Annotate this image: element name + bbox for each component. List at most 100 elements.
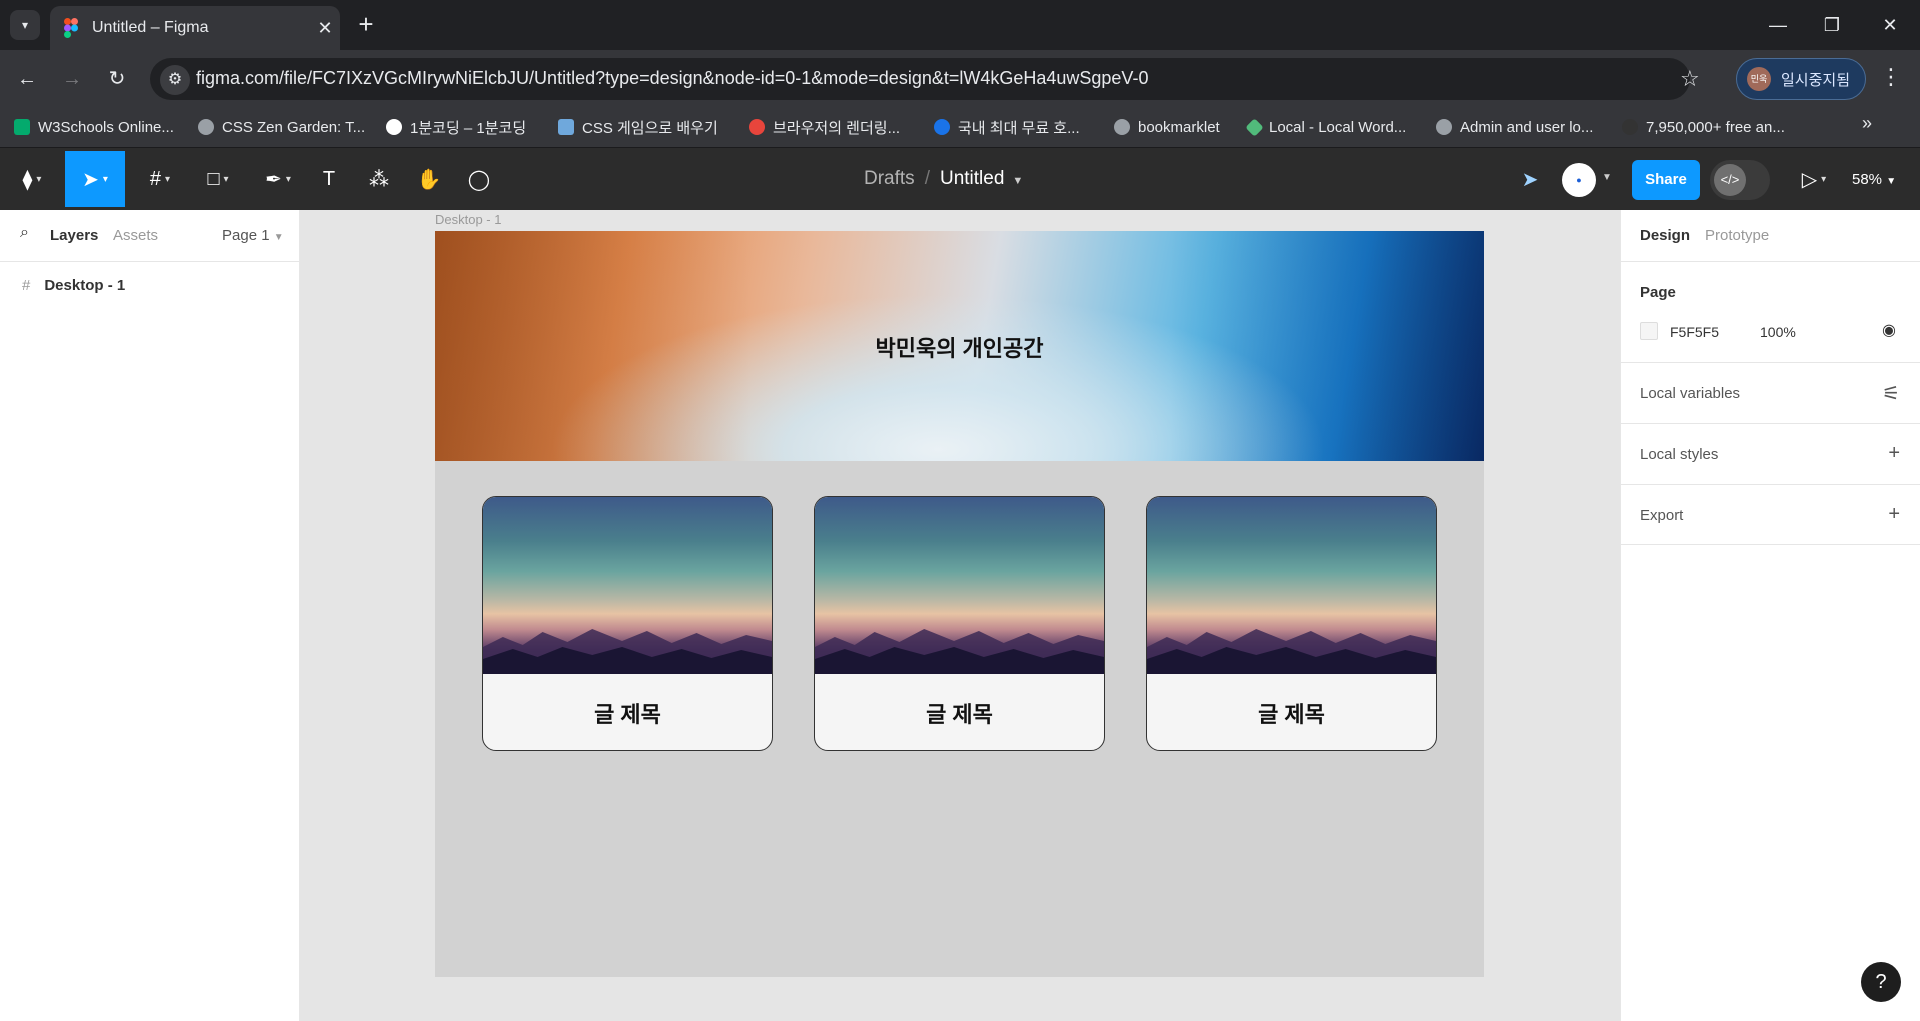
hero-title[interactable]: 박민욱의 개인공간 (435, 331, 1484, 363)
frame-icon: # (149, 167, 162, 190)
more-bookmarks-icon[interactable]: » (1862, 113, 1872, 134)
reload-icon[interactable]: ↻ (100, 62, 134, 96)
plus-icon[interactable]: + (1888, 442, 1900, 465)
bookmark-item[interactable]: W3Schools Online... (14, 113, 174, 141)
card-title: 글 제목 (1258, 702, 1325, 727)
globe-icon (1114, 119, 1130, 135)
page-selector[interactable]: Page 1 ▼ (222, 227, 284, 244)
eye-icon[interactable]: ◉ (1882, 320, 1896, 340)
sliders-icon[interactable]: ⚟ (1882, 381, 1900, 406)
page-color-opacity[interactable]: 100% (1760, 324, 1796, 340)
page-section-title: Page (1640, 284, 1676, 301)
comment-tool[interactable]: ◯ (462, 151, 496, 207)
chevron-down-icon[interactable]: ▼ (1012, 175, 1023, 187)
post-card[interactable]: 글 제목 (482, 496, 773, 751)
cursor-icon: ➤ (82, 168, 99, 191)
chevron-down-icon: ▼ (1886, 176, 1897, 187)
code-icon: </> (1714, 164, 1746, 196)
help-button[interactable]: ? (1861, 962, 1901, 1002)
game-icon (558, 119, 574, 135)
bookmark-item[interactable]: Admin and user lo... (1436, 113, 1593, 141)
forward-icon[interactable]: → (55, 62, 89, 96)
hosting-icon (934, 119, 950, 135)
bookmark-label: CSS 게임으로 배우기 (582, 119, 718, 137)
pen-icon: ✒ (265, 168, 282, 191)
post-card[interactable]: 글 제목 (1146, 496, 1437, 751)
minimize-icon[interactable]: — (1754, 8, 1802, 42)
tab-search-button[interactable]: ▾ (10, 10, 40, 40)
share-button[interactable]: Share (1632, 160, 1700, 200)
local-variables-section[interactable]: Local variables ⚟ (1620, 362, 1920, 423)
pen-tool[interactable]: ✒ ▾ (254, 151, 302, 207)
bookmark-item[interactable]: CSS Zen Garden: T... (198, 113, 365, 141)
tab-title: Untitled – Figma (92, 19, 209, 36)
tab-assets[interactable]: Assets (113, 227, 158, 244)
breadcrumb: Drafts / Untitled ▼ (864, 168, 1023, 190)
more-menu-icon[interactable]: ⋮ (1880, 64, 1902, 90)
bookmark-label: CSS Zen Garden: T... (222, 118, 366, 136)
bookmark-item[interactable]: 7,950,000+ free an... (1622, 113, 1785, 141)
back-icon[interactable]: ← (10, 62, 44, 96)
hand-tool[interactable]: ✋ (412, 151, 446, 207)
close-tab-icon[interactable]: ✕ (310, 18, 340, 39)
avatar: 민욱 (1747, 67, 1771, 91)
export-section[interactable]: Export + (1620, 484, 1920, 545)
layer-row[interactable]: # Desktop - 1 (0, 270, 299, 300)
bookmark-item[interactable]: 브라우저의 렌더링... (749, 113, 900, 141)
frame-label[interactable]: Desktop - 1 (435, 212, 501, 227)
resources-tool[interactable]: ⁂ (362, 151, 396, 207)
frame-icon: # (22, 276, 31, 294)
local-icon (1245, 117, 1264, 137)
move-tool[interactable]: ➤ ▾ (65, 151, 125, 207)
card-title: 글 제목 (926, 702, 993, 727)
close-window-icon[interactable]: ✕ (1866, 8, 1914, 42)
bookmark-item[interactable]: 국내 최대 무료 호... (934, 113, 1080, 141)
chevron-down-icon: ▼ (273, 232, 284, 243)
shape-tool[interactable]: □ ▾ (194, 151, 242, 207)
tab-prototype[interactable]: Prototype (1705, 227, 1769, 244)
bookmark-label: 1분코딩 – 1분코딩 (410, 119, 527, 137)
bookmark-item[interactable]: bookmarklet (1114, 113, 1220, 141)
post-card[interactable]: 글 제목 (814, 496, 1105, 751)
chevron-down-icon: ▾ (21, 18, 29, 32)
site-info-icon[interactable]: ⚙ (160, 65, 190, 95)
present-button[interactable]: ▷ ▾ (1794, 151, 1834, 207)
restore-icon[interactable]: ❐ (1808, 8, 1856, 42)
cursor-icon: ➤ (1521, 168, 1539, 191)
browser-tab[interactable]: Untitled – Figma ✕ (50, 6, 340, 50)
page-color-hex[interactable]: F5F5F5 (1670, 324, 1719, 340)
chevron-down-icon[interactable]: ▼ (1602, 172, 1612, 183)
bookmark-star-icon[interactable]: ☆ (1680, 66, 1700, 92)
globe-icon (1436, 119, 1452, 135)
file-name[interactable]: Untitled (940, 168, 1004, 189)
breadcrumb-separator: / (924, 168, 930, 189)
bookmark-label: Admin and user lo... (1460, 118, 1594, 136)
dev-mode-toggle[interactable]: </> (1710, 160, 1770, 200)
text-icon: T (322, 167, 336, 190)
bookmark-item[interactable]: 1분코딩 – 1분코딩 (386, 113, 526, 141)
tab-layers[interactable]: Layers (50, 227, 98, 244)
local-styles-section[interactable]: Local styles + (1620, 423, 1920, 484)
main-menu-button[interactable]: ⧫ ▾ (10, 151, 54, 207)
bookmark-label: Local - Local Word... (1269, 118, 1407, 136)
dev-cursor-button[interactable]: ➤ (1510, 151, 1550, 207)
user-avatar[interactable]: ● (1562, 163, 1596, 197)
toss-icon (749, 119, 765, 135)
search-icon[interactable]: ⌕ (20, 224, 29, 242)
bookmark-item[interactable]: CSS 게임으로 배우기 (558, 113, 718, 141)
zoom-level[interactable]: 58% ▼ (1852, 171, 1896, 188)
tab-design[interactable]: Design (1640, 227, 1690, 244)
new-tab-button[interactable]: + (352, 10, 380, 38)
zoom-value: 58% (1852, 171, 1883, 188)
page-color-swatch[interactable] (1640, 322, 1658, 340)
bookmark-item[interactable]: Local - Local Word... (1245, 113, 1407, 141)
plus-icon[interactable]: + (1888, 503, 1900, 526)
bookmark-label: W3Schools Online... (38, 118, 174, 136)
frame-tool[interactable]: # ▾ (136, 151, 184, 207)
url-text[interactable]: figma.com/file/FC7IXzVGcMIrywNiElcbJU/Un… (196, 68, 1148, 89)
profile-button[interactable]: 민욱 일시중지됨 (1736, 58, 1866, 100)
skull-icon (386, 119, 402, 135)
comment-icon: ◯ (467, 168, 491, 191)
text-tool[interactable]: T (312, 151, 346, 207)
breadcrumb-drafts[interactable]: Drafts (864, 168, 915, 189)
